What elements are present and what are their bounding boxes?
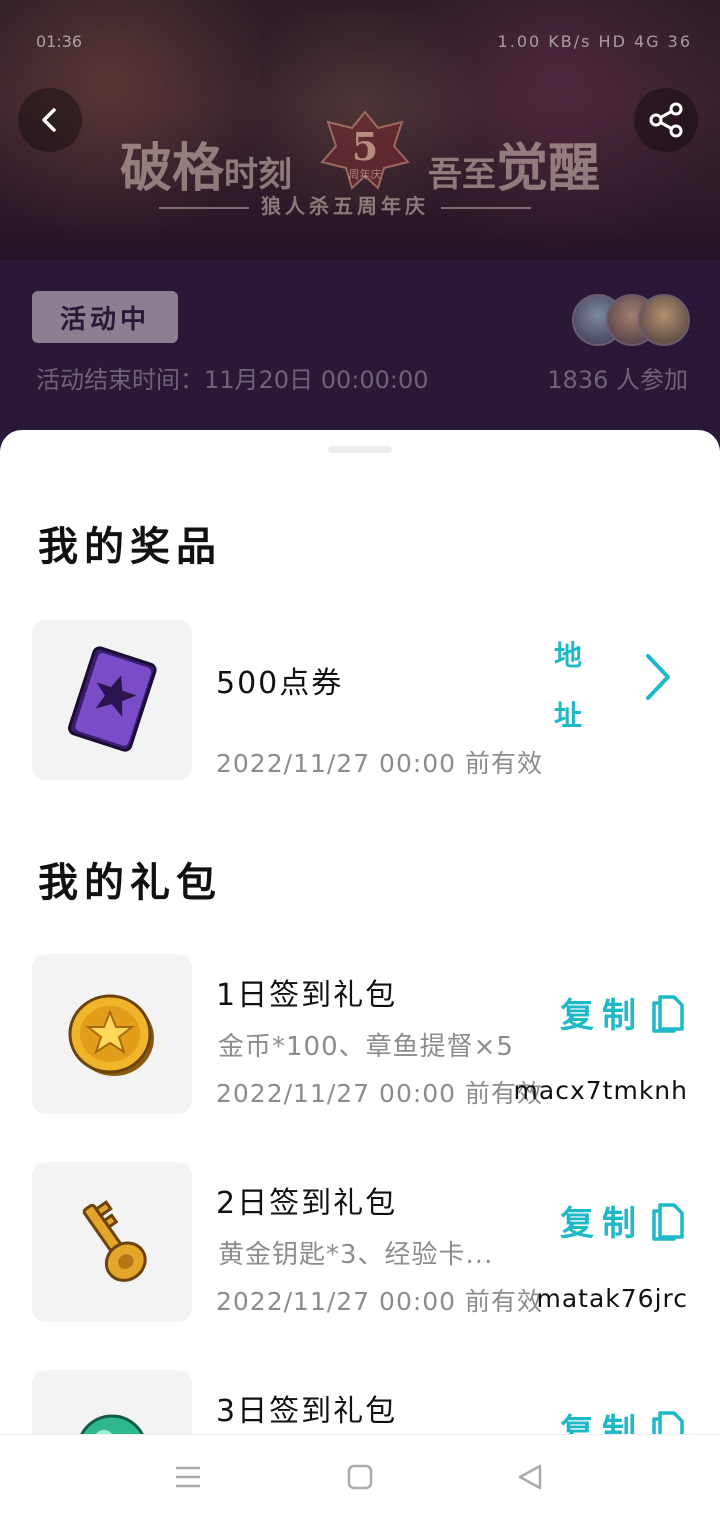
copy-icon xyxy=(652,994,684,1033)
green-orb-icon xyxy=(80,1414,144,1434)
banner-title-right-small: 吾至 xyxy=(427,155,496,195)
status-indicators: 1.00 KB/s HD 4G 36 xyxy=(497,32,692,51)
prize-valid-until: 2022/11/27 00:00 前有效 xyxy=(216,749,544,778)
gift-thumbnail xyxy=(32,954,192,1114)
copy-label: 复制 xyxy=(560,1204,644,1244)
prize-thumbnail xyxy=(32,620,192,780)
gift-name: 3日签到礼包 xyxy=(216,1394,398,1429)
home-icon[interactable] xyxy=(346,1463,374,1491)
gift-thumbnail xyxy=(32,1162,192,1322)
drag-handle[interactable] xyxy=(328,446,392,453)
section-title-gifts: 我的礼包 xyxy=(38,860,222,906)
copy-icon xyxy=(652,1202,684,1241)
gift-description: 黄金钥匙*3、经验卡... xyxy=(218,1240,494,1270)
badge-text: 周年庆 xyxy=(349,167,382,181)
address-button[interactable]: 地址 xyxy=(548,626,588,746)
activity-end-time: 活动结束时间：11月20日 00:00:00 xyxy=(36,366,429,394)
gift-valid-until: 2022/11/27 00:00 前有效 xyxy=(216,1287,544,1316)
copy-button[interactable]: 复制 xyxy=(560,1196,688,1245)
copy-label: 复制 xyxy=(560,1412,644,1434)
gift-name: 2日签到礼包 xyxy=(216,1186,398,1221)
participant-avatars xyxy=(572,294,692,348)
banner-title-left-small: 时刻 xyxy=(224,155,293,195)
gift-thumbnail xyxy=(32,1370,192,1434)
participant-count: 1836 人参加 xyxy=(547,366,688,394)
prize-name: 500点券 xyxy=(216,666,344,701)
gift-description: 金币*100、章鱼提督×5 xyxy=(218,1032,514,1062)
status-time: 01:36 xyxy=(36,32,83,51)
copy-button[interactable]: 复制 xyxy=(560,1404,688,1434)
badge-number: 5 xyxy=(352,124,378,169)
anniversary-badge: 5 周年庆 xyxy=(320,110,410,190)
share-button[interactable] xyxy=(634,88,698,152)
section-title-prizes: 我的奖品 xyxy=(38,524,222,570)
system-nav-bar xyxy=(0,1434,720,1520)
back-button[interactable] xyxy=(18,88,82,152)
copy-button[interactable]: 复制 xyxy=(560,988,688,1037)
share-icon xyxy=(649,102,683,138)
avatar xyxy=(638,294,690,346)
banner-subtitle: 狼人杀五周年庆 xyxy=(120,190,570,220)
purple-card-icon xyxy=(68,646,157,752)
gift-code: macx7tmknh xyxy=(513,1076,688,1105)
gift-name: 1日签到礼包 xyxy=(216,978,398,1013)
copy-label: 复制 xyxy=(560,996,644,1036)
copy-icon xyxy=(652,1410,684,1434)
gift-code: matak76jrc xyxy=(536,1284,688,1313)
rewards-sheet: 我的奖品 500点券 2022/11/27 00:00 前有效 地址 我的礼包 … xyxy=(0,430,720,1434)
status-bar: 01:36 1.00 KB/s HD 4G 36 xyxy=(0,28,720,58)
status-badge: 活动中 xyxy=(32,291,178,343)
gold-coin-icon xyxy=(68,994,154,1076)
menu-icon[interactable] xyxy=(174,1463,202,1491)
chevron-right-icon[interactable] xyxy=(640,652,674,702)
gold-key-icon xyxy=(82,1200,147,1282)
gift-valid-until: 2022/11/27 00:00 前有效 xyxy=(216,1079,544,1108)
chevron-left-icon xyxy=(42,108,56,132)
back-triangle-icon[interactable] xyxy=(516,1463,544,1491)
banner-subtitle-text: 狼人杀五周年庆 xyxy=(261,194,429,218)
